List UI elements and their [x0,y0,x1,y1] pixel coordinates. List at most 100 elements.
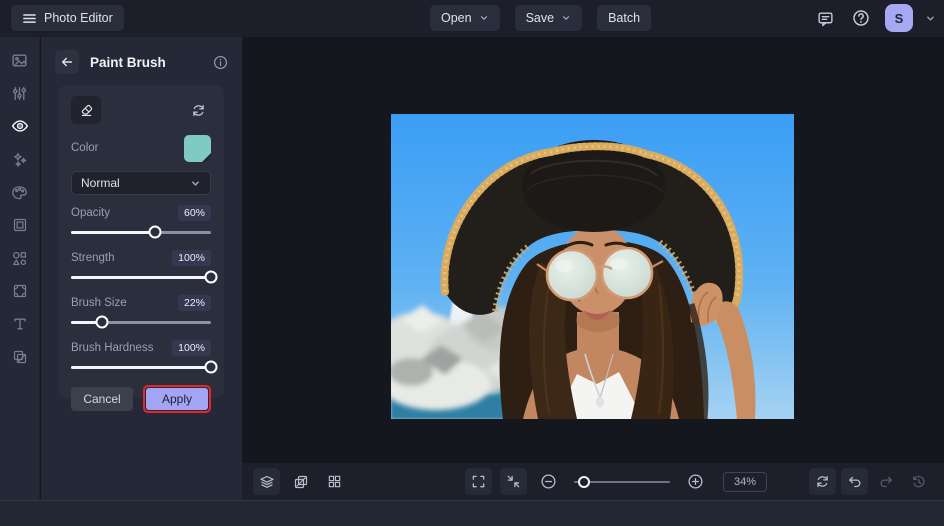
brush-hardness-slider-group: Brush Hardness 100% [71,339,218,375]
sidebar-item-frames[interactable] [7,215,33,235]
photo-editor-app: Photo Editor Open Save Batch S Paint Bru… [0,0,944,526]
sidebar-item-graphics[interactable] [7,248,33,268]
sidebar-item-image-manager[interactable] [7,50,33,70]
strength-track[interactable] [71,276,211,279]
batch-button[interactable]: Batch [597,5,652,31]
top-bar: Photo Editor Open Save Batch S [0,0,944,37]
opacity-slider-thumb[interactable] [148,225,162,239]
file-actions: Open Save Batch [430,5,652,31]
fit-screen-icon [507,475,520,488]
color-label: Color [71,142,99,154]
opacity-label: Opacity [71,206,110,219]
canvas-area[interactable] [242,37,944,463]
fullscreen-button[interactable] [465,468,492,495]
back-arrow-icon [61,57,73,67]
panel-header: Paint Brush [55,50,228,74]
tool-sidebar [0,37,40,500]
brush-hardness-label: Brush Hardness [71,341,154,354]
paint-brush-card: Color Normal Opacity 60% Strength 100% B… [58,85,224,413]
footer-strip [0,500,944,526]
opacity-track[interactable] [71,231,211,234]
sidebar-item-overlays[interactable] [7,347,33,367]
brush-hardness-track[interactable] [71,366,211,369]
fit-screen-button[interactable] [500,468,527,495]
sidebar-item-artsy[interactable] [7,182,33,202]
text-icon [13,318,26,330]
overlays-icon [13,350,26,364]
color-swatch[interactable] [184,134,211,162]
sidebar-item-touch-up[interactable] [7,116,33,136]
photo-image[interactable] [391,114,794,419]
undo-icon [849,476,861,488]
strength-value: 100% [172,249,211,266]
brush-size-slider-group: Brush Size 22% [71,294,211,330]
panel-title: Paint Brush [90,54,166,70]
zoom-slider[interactable] [574,474,670,490]
reset-icon [192,104,204,116]
blend-mode-dropdown[interactable]: Normal [71,171,211,195]
reset-icon [817,475,828,488]
zoom-out-button[interactable] [535,468,562,495]
brush-size-slider-thumb[interactable] [95,315,109,329]
back-button[interactable] [55,50,79,74]
help-icon [853,10,869,26]
open-button[interactable]: Open [430,5,500,31]
sidebar-item-text[interactable] [7,314,33,334]
panel-actions: Cancel Apply [71,385,211,413]
topbar-right: S [813,4,936,32]
zoom-controls: 34% [465,468,768,495]
opacity-value: 60% [177,204,211,221]
redo-button[interactable] [873,468,900,495]
ornate-frame-icon [13,284,26,298]
grid-view-button[interactable] [321,468,348,495]
apply-button[interactable]: Apply [146,388,208,410]
bottom-toolbar: 34% [242,463,944,500]
reset-image-button[interactable] [809,468,836,495]
account-chevron-down-icon[interactable] [925,13,936,24]
brush-size-label: Brush Size [71,296,127,309]
zoom-in-button[interactable] [682,468,709,495]
zoom-slider-thumb[interactable] [577,475,590,488]
history-button[interactable] [905,468,932,495]
fullscreen-icon [472,475,485,488]
eraser-button[interactable] [71,96,101,124]
redo-icon [880,476,892,488]
photo-illustration [391,114,794,419]
strength-slider-thumb[interactable] [204,270,218,284]
brush-mode-row [71,93,211,127]
save-button[interactable]: Save [514,5,583,31]
view-tools [253,468,348,495]
feedback-chat-button[interactable] [813,6,837,30]
paint-brush-panel: Paint Brush Color Normal Opacity 60% Str… [41,37,242,500]
avatar[interactable]: S [885,4,913,32]
chat-icon [817,11,833,26]
sidebar-item-textures[interactable] [7,281,33,301]
blend-mode-value: Normal [81,176,120,190]
frame-icon [13,218,26,232]
brush-size-track[interactable] [71,321,211,324]
grid-icon [328,475,341,488]
info-icon [214,55,227,69]
reset-brush-button[interactable] [185,97,211,123]
zoom-in-icon [688,474,703,489]
help-button[interactable] [849,6,873,30]
main-menu-button[interactable]: Photo Editor [11,5,124,31]
chevron-down-icon [480,16,487,20]
zoom-out-icon [541,474,556,489]
apply-highlight-box: Apply [143,385,211,413]
strength-label: Strength [71,251,115,264]
sidebar-item-effects[interactable] [7,149,33,169]
undo-button[interactable] [841,468,868,495]
info-button[interactable] [213,55,228,70]
compare-icon [294,475,307,488]
layers-button[interactable] [253,468,280,495]
cancel-button[interactable]: Cancel [71,387,133,411]
zoom-level-badge: 34% [723,471,768,492]
chevron-down-icon [563,16,570,20]
strength-slider-group: Strength 100% [71,249,218,285]
artsy-icon [12,185,27,199]
compare-button[interactable] [287,468,314,495]
brush-hardness-value: 100% [172,339,211,356]
sidebar-item-edit[interactable] [7,83,33,103]
brush-hardness-slider-thumb[interactable] [204,360,218,374]
